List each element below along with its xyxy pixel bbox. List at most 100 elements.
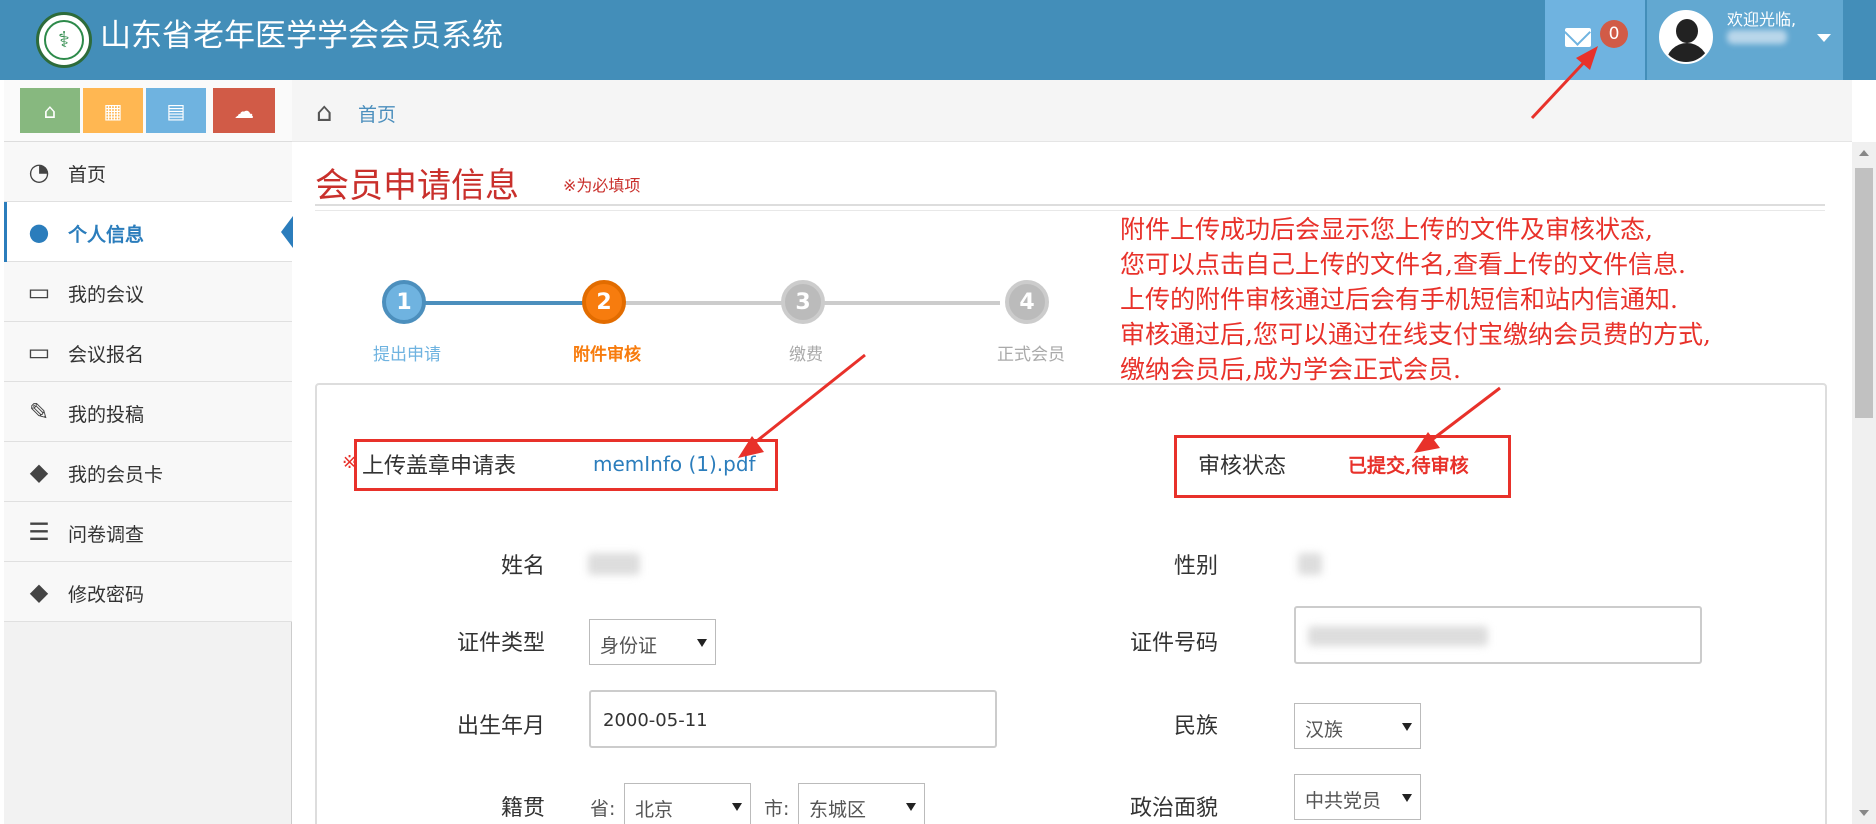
step-1-circle: 1	[382, 280, 426, 324]
political-status-selected: 中共党员	[1305, 790, 1382, 812]
title-divider	[315, 210, 1825, 211]
sidebar: ⌂ ▦ ▤ ☁ ◔ 首页 ● 个人信息 ▭ 我的会议 ▭ 会议报名 ✎ 我的投稿…	[4, 80, 293, 824]
id-number-redacted	[1308, 626, 1488, 646]
message-count-badge: 0	[1600, 20, 1628, 48]
city-select[interactable]: 东城区	[798, 783, 925, 824]
annotation-text: 附件上传成功后会显示您上传的文件及审核状态, 您可以点击自己上传的文件名,查看上…	[1120, 212, 1840, 387]
shortcut-download-button[interactable]: ☁	[213, 88, 275, 133]
upload-label: 上传盖章申请表	[362, 454, 517, 479]
ethnicity-select[interactable]: 汉族	[1294, 703, 1421, 749]
city-selected: 东城区	[809, 799, 867, 821]
dropdown-arrow-icon	[906, 803, 916, 811]
birth-label: 出生年月	[456, 714, 545, 739]
messages-button[interactable]: 0	[1545, 0, 1645, 80]
required-mark: ※	[342, 452, 358, 473]
birth-date-field[interactable]: 2000-05-11	[589, 690, 997, 748]
caret-down-icon	[1817, 34, 1831, 42]
id-type-label: 证件类型	[456, 631, 545, 656]
sidebar-item-my-submissions[interactable]: ✎ 我的投稿	[4, 382, 292, 442]
step-2-label: 附件审核	[573, 345, 641, 365]
avatar	[1659, 10, 1713, 64]
id-number-field[interactable]	[1294, 606, 1702, 664]
status-label: 审核状态	[1198, 454, 1287, 479]
shortcut-bar: ⌂ ▦ ▤ ☁	[4, 80, 292, 142]
status-value: 已提交,待审核	[1348, 455, 1469, 477]
home-icon: ⌂	[43, 98, 57, 123]
sidebar-item-label: 修改密码	[68, 584, 145, 606]
dropdown-arrow-icon	[697, 639, 707, 647]
dropdown-arrow-icon	[732, 803, 742, 811]
top-header: ⚕ 山东省老年医学学会会员系统 0 欢迎光临,	[0, 0, 1876, 80]
name-value-redacted	[588, 553, 640, 575]
shortcut-calendar-button[interactable]: ▦	[83, 88, 143, 133]
uploaded-file-link[interactable]: memInfo (1).pdf	[593, 452, 756, 476]
id-type-selected: 身份证	[600, 635, 658, 657]
step-2-circle: 2	[582, 280, 626, 324]
desktop-icon: ▭	[27, 278, 51, 306]
province-selected: 北京	[635, 799, 674, 821]
breadcrumb: ⌂ 首页	[292, 80, 1852, 142]
dropdown-arrow-icon	[1402, 723, 1412, 731]
political-status-select[interactable]: 中共党员	[1294, 774, 1421, 820]
edit-icon: ✎	[28, 398, 50, 426]
welcome-text: 欢迎光临,	[1727, 10, 1797, 29]
cloud-download-icon: ☁	[234, 98, 254, 123]
logo: ⚕	[36, 12, 92, 68]
step-4-circle: 4	[1005, 280, 1049, 324]
breadcrumb-home-link[interactable]: 首页	[358, 100, 396, 127]
shortcut-chart-button[interactable]: ▤	[146, 88, 206, 133]
dropdown-arrow-icon	[1402, 794, 1412, 802]
annotation-line: 上传的附件审核通过后会有手机短信和站内信通知.	[1120, 285, 1678, 314]
sidebar-item-member-card[interactable]: ◆ 我的会员卡	[4, 442, 292, 502]
birth-date-value: 2000-05-11	[603, 710, 708, 731]
sidebar-item-label: 我的投稿	[68, 404, 145, 426]
home-icon: ⌂	[316, 98, 333, 128]
chart-icon: ▤	[166, 98, 186, 123]
scroll-up-icon[interactable]	[1859, 150, 1869, 156]
sidebar-item-personal-info[interactable]: ● 个人信息	[4, 202, 293, 262]
sidebar-item-home[interactable]: ◔ 首页	[4, 142, 292, 202]
city-label: 市:	[764, 798, 790, 820]
step-4-label: 正式会员	[997, 345, 1065, 365]
sidebar-item-change-password[interactable]: ◆ 修改密码	[4, 562, 292, 622]
gender-label: 性别	[1173, 554, 1218, 579]
dashboard-icon: ◔	[28, 158, 50, 186]
id-number-label: 证件号码	[1129, 631, 1218, 656]
list-icon: ☰	[28, 518, 50, 546]
name-label: 姓名	[500, 554, 545, 579]
sidebar-item-my-meetings[interactable]: ▭ 我的会议	[4, 262, 292, 322]
annotation-line: 审核通过后,您可以通过在线支付宝缴纳会员费的方式,	[1120, 320, 1711, 349]
annotation-line: 附件上传成功后会显示您上传的文件及审核状态,	[1120, 215, 1653, 244]
scrollbar[interactable]	[1852, 142, 1876, 824]
ethnicity-label: 民族	[1173, 714, 1218, 739]
sidebar-item-label: 我的会员卡	[68, 464, 164, 486]
shortcut-home-button[interactable]: ⌂	[20, 88, 80, 133]
sidebar-item-survey[interactable]: ☰ 问卷调查	[4, 502, 292, 562]
desktop-icon: ▭	[27, 338, 51, 366]
user-menu[interactable]: 欢迎光临,	[1647, 0, 1843, 80]
sidebar-item-meeting-signup[interactable]: ▭ 会议报名	[4, 322, 292, 382]
annotation-line: 您可以点击自己上传的文件名,查看上传的文件信息.	[1120, 250, 1686, 279]
step-3-circle: 3	[781, 280, 825, 324]
scrollbar-thumb[interactable]	[1855, 168, 1873, 418]
sidebar-item-label: 我的会议	[68, 284, 145, 306]
scroll-down-icon[interactable]	[1859, 810, 1869, 816]
calendar-icon: ▦	[103, 98, 123, 123]
tag-icon: ◆	[29, 578, 49, 606]
tag-icon: ◆	[29, 458, 49, 486]
page-title: 会员申请信息	[315, 166, 519, 206]
step-connector-done	[410, 301, 600, 305]
user-icon: ●	[28, 218, 50, 246]
political-status-label: 政治面貌	[1129, 796, 1218, 821]
native-place-label: 籍贯	[500, 796, 545, 821]
title-divider	[315, 204, 1825, 206]
id-type-select[interactable]: 身份证	[589, 619, 716, 665]
gender-value-redacted	[1298, 553, 1322, 575]
app-title: 山东省老年医学学会会员系统	[100, 18, 503, 54]
province-select[interactable]: 北京	[624, 783, 751, 824]
province-label: 省:	[590, 798, 616, 820]
required-note: ※为必填项	[563, 176, 641, 195]
sidebar-item-label: 个人信息	[68, 224, 145, 246]
annotation-line: 缴纳会员后,成为学会正式会员.	[1120, 355, 1461, 384]
ethnicity-selected: 汉族	[1305, 719, 1344, 741]
